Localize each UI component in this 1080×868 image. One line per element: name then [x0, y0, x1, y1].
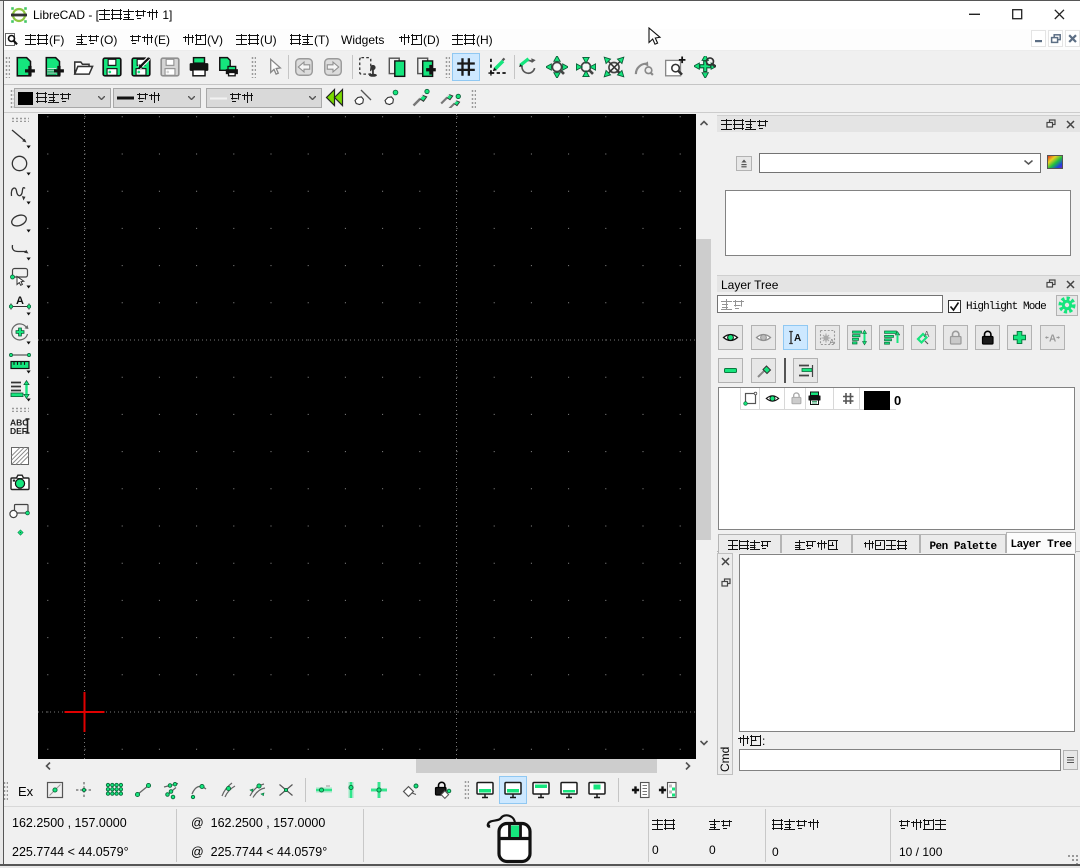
svg-text:A: A	[794, 333, 801, 344]
svg-text:A: A	[924, 330, 930, 339]
svg-text:DEF: DEF	[10, 426, 27, 436]
svg-text:A: A	[16, 295, 24, 307]
svg-text:A: A	[829, 339, 834, 346]
svg-text:A: A	[1049, 334, 1056, 345]
